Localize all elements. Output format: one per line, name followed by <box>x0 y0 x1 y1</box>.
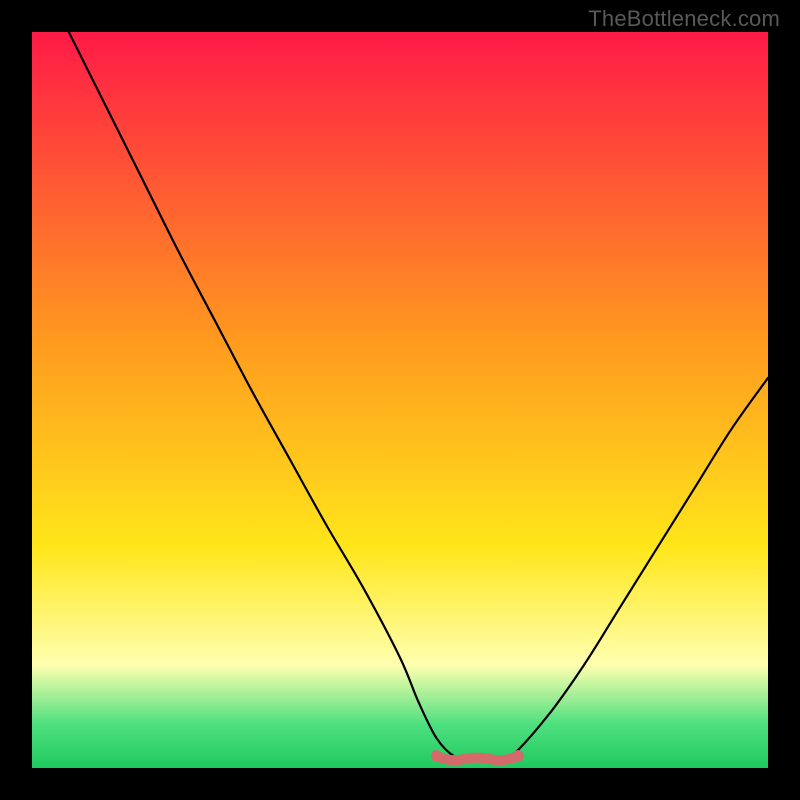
curve-layer <box>32 32 768 768</box>
chart-frame: TheBottleneck.com <box>0 0 800 800</box>
plot-area <box>32 32 768 768</box>
attribution-label: TheBottleneck.com <box>588 6 780 32</box>
optimal-range-start-dot <box>431 750 443 762</box>
optimal-range-end-dot <box>512 750 524 762</box>
optimal-range-marker <box>437 756 518 760</box>
bottleneck-curve <box>69 32 768 761</box>
